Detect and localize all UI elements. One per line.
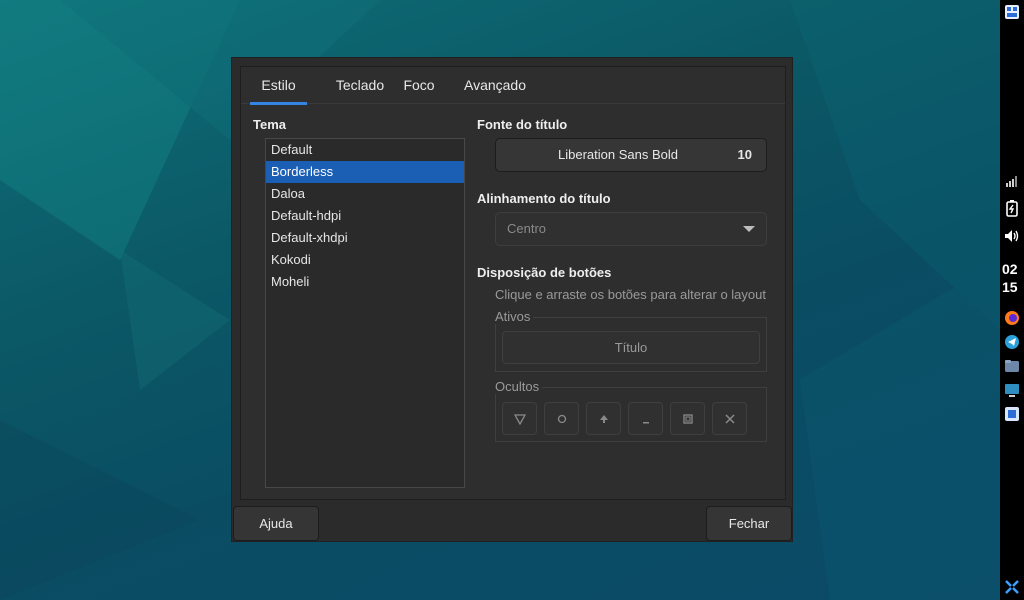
font-size: 10 <box>737 147 752 162</box>
theme-label: Tema <box>253 117 286 132</box>
stick-icon <box>557 414 567 424</box>
button-layout-hint: Clique e arraste os botões para alterar … <box>495 287 766 302</box>
settings-app-icon[interactable] <box>1003 405 1021 423</box>
above-icon <box>600 415 608 423</box>
side-panel <box>1000 0 1024 600</box>
theme-item-borderless[interactable]: Borderless <box>266 161 464 183</box>
close-icon <box>725 414 735 424</box>
tab-avancado[interactable]: Avançado <box>457 67 533 104</box>
settings-panel: Estilo Teclado Foco Avançado Tema Defaul… <box>240 66 786 500</box>
font-name: Liberation Sans Bold <box>558 147 678 162</box>
hidden-buttons-label: Ocultos <box>495 379 543 394</box>
telegram-icon[interactable] <box>1003 333 1021 351</box>
button-layout-label: Disposição de botões <box>477 265 612 280</box>
tab-teclado[interactable]: Teclado <box>321 67 399 104</box>
title-font-label: Fonte do título <box>477 117 568 132</box>
above-button[interactable] <box>586 402 621 435</box>
battery-icon[interactable] <box>1003 199 1021 217</box>
clock-hour[interactable]: 02 <box>1002 261 1018 277</box>
title-font-button[interactable]: Liberation Sans Bold 10 <box>495 138 767 172</box>
minimize-icon <box>643 422 649 424</box>
close-button[interactable] <box>712 402 747 435</box>
firefox-icon[interactable] <box>1003 309 1021 327</box>
minimize-button[interactable] <box>628 402 663 435</box>
title-slot[interactable]: Título <box>502 331 760 364</box>
tab-bar: Estilo Teclado Foco Avançado <box>241 67 785 105</box>
volume-icon[interactable] <box>1003 227 1021 245</box>
signal-icon[interactable] <box>1003 174 1021 188</box>
title-alignment-value: Centro <box>507 221 547 236</box>
title-alignment-label: Alinhamento do título <box>477 191 611 206</box>
theme-item-moheli[interactable]: Moheli <box>266 271 464 293</box>
clock-minute[interactable]: 15 <box>1002 279 1018 295</box>
maximize-icon <box>683 414 693 424</box>
stick-button[interactable] <box>544 402 579 435</box>
workspace-icon[interactable] <box>1003 4 1021 20</box>
theme-item-default[interactable]: Default <box>266 139 464 161</box>
apps-launcher-icon[interactable] <box>1003 578 1021 596</box>
active-buttons-label: Ativos <box>495 309 534 324</box>
theme-item-kokodi[interactable]: Kokodi <box>266 249 464 271</box>
maximize-button[interactable] <box>670 402 705 435</box>
theme-item-default-hdpi[interactable]: Default-hdpi <box>266 205 464 227</box>
theme-item-default-xhdpi[interactable]: Default-xhdpi <box>266 227 464 249</box>
title-alignment-select[interactable]: Centro <box>495 212 767 246</box>
shade-icon <box>514 414 526 425</box>
shade-button[interactable] <box>502 402 537 435</box>
files-icon[interactable] <box>1003 357 1021 375</box>
chevron-down-icon <box>743 226 755 232</box>
window-settings-dialog: Estilo Teclado Foco Avançado Tema Defaul… <box>231 57 793 542</box>
theme-list[interactable]: Default Borderless Daloa Default-hdpi De… <box>265 138 465 488</box>
help-button[interactable]: Ajuda <box>233 506 319 541</box>
theme-item-daloa[interactable]: Daloa <box>266 183 464 205</box>
tab-estilo[interactable]: Estilo <box>250 67 307 105</box>
tab-foco[interactable]: Foco <box>399 67 439 104</box>
close-dialog-button[interactable]: Fechar <box>706 506 792 541</box>
remote-desktop-icon[interactable] <box>1003 381 1021 399</box>
